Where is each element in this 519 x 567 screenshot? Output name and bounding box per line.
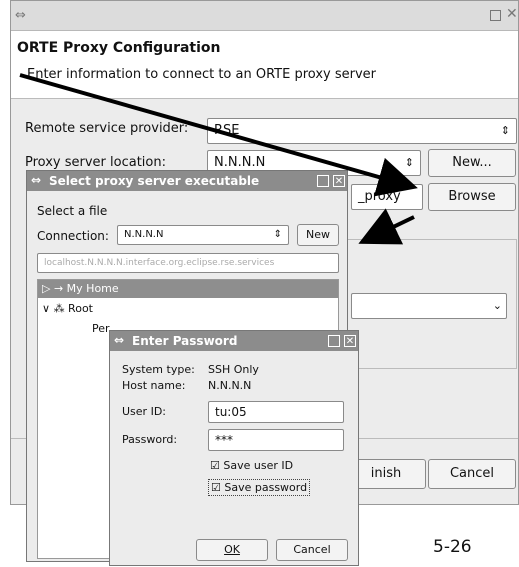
- window-menu-icon[interactable]: ⇔: [31, 173, 41, 187]
- host-name-label: Host name:: [122, 379, 186, 392]
- remote-provider-label: Remote service provider:: [25, 121, 189, 136]
- system-type-label: System type:: [122, 363, 195, 376]
- tree-item-root[interactable]: ∨ ⁂ Root: [38, 300, 338, 318]
- system-type-value: SSH Only: [208, 363, 259, 376]
- save-password-label: Save password: [224, 481, 308, 494]
- executable-path-field[interactable]: _proxy: [351, 184, 423, 210]
- maximize-icon[interactable]: [328, 335, 340, 347]
- tree-item-label: Per: [92, 322, 110, 335]
- connection-combo[interactable]: N.N.N.N ⇕: [117, 225, 289, 245]
- select-dialog-titlebar: ⇔ Select proxy server executable ✕: [27, 171, 347, 191]
- cancel-button[interactable]: Cancel: [428, 459, 516, 489]
- user-id-value: tu:05: [215, 405, 247, 419]
- save-user-id-checkbox[interactable]: ☑ Save user ID: [210, 459, 293, 472]
- page-title: ORTE Proxy Configuration: [17, 40, 221, 56]
- password-value: ***: [215, 433, 233, 447]
- close-icon[interactable]: ✕: [333, 175, 345, 187]
- proxy-location-value: N.N.N.N: [214, 155, 266, 170]
- select-file-label: Select a file: [37, 204, 108, 218]
- header-panel: ORTE Proxy Configuration Enter informati…: [11, 31, 518, 99]
- collapse-arrow-icon[interactable]: ∨: [38, 302, 50, 315]
- proxy-location-label: Proxy server location:: [25, 155, 166, 170]
- connection-label: Connection:: [37, 229, 109, 243]
- tree-item-label: ⁂ Root: [53, 302, 93, 315]
- ok-button[interactable]: OK: [196, 539, 268, 561]
- password-label: Password:: [122, 433, 178, 446]
- window-menu-icon[interactable]: ⇔: [114, 333, 124, 347]
- remote-provider-combo[interactable]: RSE ⇕: [207, 118, 517, 144]
- page-subtitle: Enter information to connect to an ORTE …: [27, 67, 376, 82]
- tree-item-child[interactable]: Per: [92, 320, 110, 338]
- password-dialog-titlebar: ⇔ Enter Password ✕: [110, 331, 358, 351]
- tree-item-label: → My Home: [53, 282, 119, 295]
- close-icon[interactable]: ✕: [506, 6, 518, 22]
- combo-updown-icon: ⇕: [273, 229, 282, 240]
- password-dialog: ⇔ Enter Password ✕ System type: SSH Only…: [109, 330, 359, 566]
- save-password-checkbox[interactable]: ☑ Save password: [208, 479, 311, 496]
- password-field[interactable]: ***: [208, 429, 344, 451]
- window-menu-icon[interactable]: ⇔: [15, 8, 26, 23]
- new-connection-button[interactable]: New...: [428, 149, 516, 177]
- maximize-icon[interactable]: [317, 175, 329, 187]
- executable-path-value: _proxy: [358, 189, 401, 204]
- browse-button[interactable]: Browse: [428, 183, 516, 211]
- new-connection-button[interactable]: New: [297, 224, 339, 246]
- tree-item-my-home[interactable]: ▷ → My Home: [38, 280, 338, 298]
- cancel-password-button[interactable]: Cancel: [276, 539, 348, 561]
- password-dialog-title: Enter Password: [132, 334, 238, 348]
- host-name-value: N.N.N.N: [208, 379, 252, 392]
- maximize-icon[interactable]: [490, 10, 501, 21]
- combo-updown-icon: ⇕: [404, 156, 414, 169]
- options-combo[interactable]: ⌄: [351, 293, 507, 319]
- page-number: 5-26: [433, 537, 472, 557]
- expand-arrow-icon[interactable]: ▷: [38, 282, 50, 295]
- path-value: localhost.N.N.N.N.interface.org.eclipse.…: [44, 258, 275, 268]
- select-dialog-title: Select proxy server executable: [49, 174, 260, 188]
- connection-value: N.N.N.N: [124, 229, 164, 240]
- user-id-field[interactable]: tu:05: [208, 401, 344, 423]
- save-user-id-label: Save user ID: [223, 459, 294, 472]
- checkbox-checked-icon: ☑: [211, 481, 221, 494]
- remote-provider-value: RSE: [214, 123, 240, 138]
- close-icon[interactable]: ✕: [344, 335, 356, 347]
- path-field[interactable]: localhost.N.N.N.N.interface.org.eclipse.…: [37, 253, 339, 273]
- main-titlebar: ⇔ ✕: [11, 1, 518, 31]
- combo-updown-icon: ⇕: [500, 124, 510, 137]
- chevron-down-icon: ⌄: [492, 299, 502, 312]
- user-id-label: User ID:: [122, 405, 166, 418]
- checkbox-checked-icon: ☑: [210, 459, 220, 472]
